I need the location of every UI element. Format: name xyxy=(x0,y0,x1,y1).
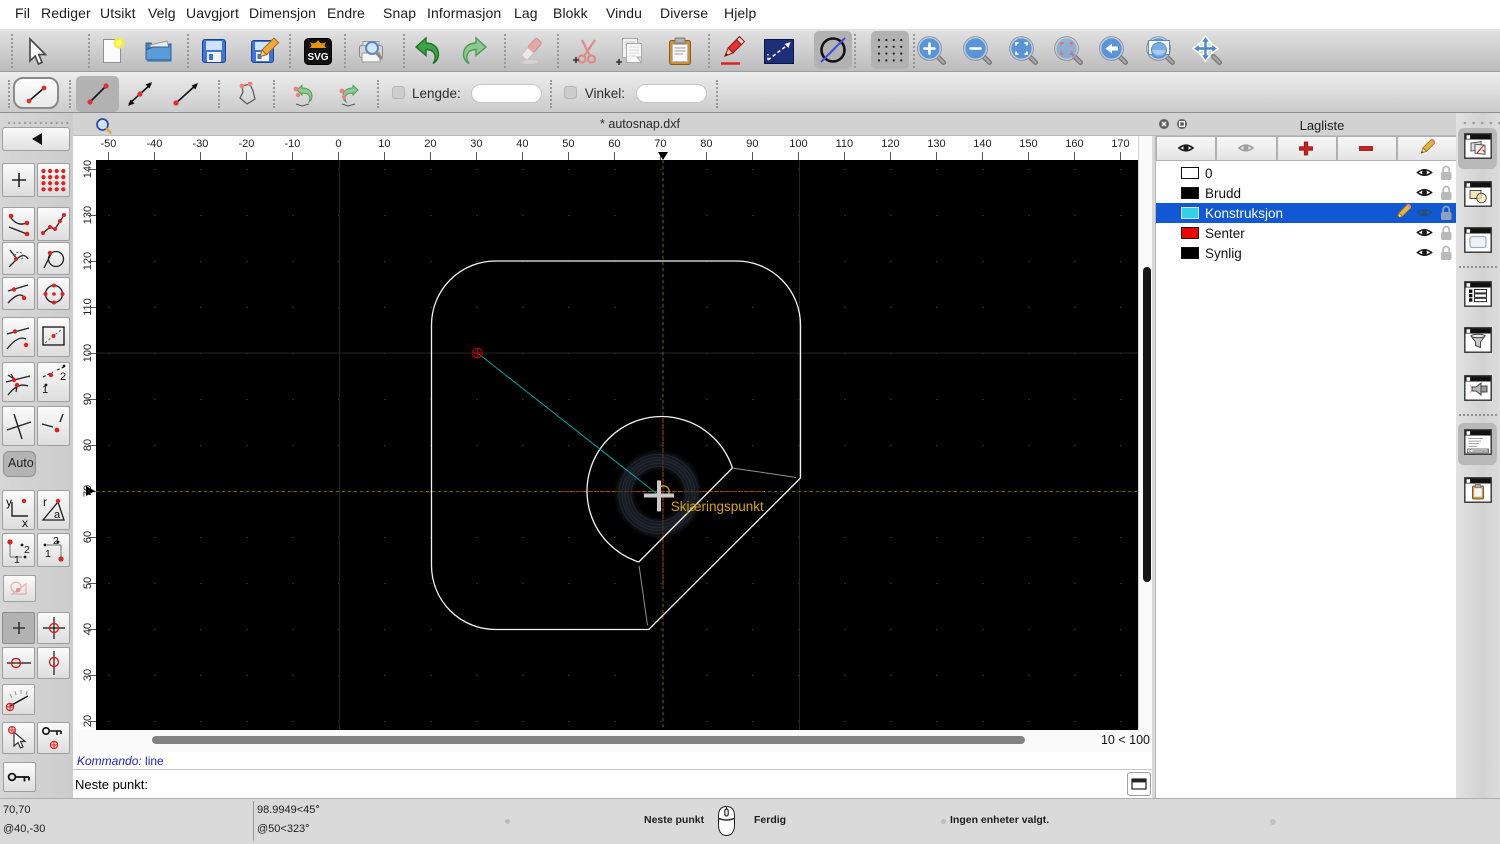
svg-text:1: 1 xyxy=(14,554,20,566)
svg-text:2: 2 xyxy=(53,535,59,547)
svg-text:1: 1 xyxy=(45,548,51,560)
svg-text:C command: C command xyxy=(1469,449,1488,453)
svg-text:x: x xyxy=(22,516,28,530)
svg-text:y: y xyxy=(6,495,12,509)
svg-text:2: 2 xyxy=(24,544,30,556)
svg-text:SVG: SVG xyxy=(307,52,328,63)
svg-text:a: a xyxy=(54,509,61,521)
svg-text:Skjæringspunkt: Skjæringspunkt xyxy=(670,499,763,514)
svg-text:2: 2 xyxy=(60,371,66,383)
svg-text:r: r xyxy=(43,495,47,509)
